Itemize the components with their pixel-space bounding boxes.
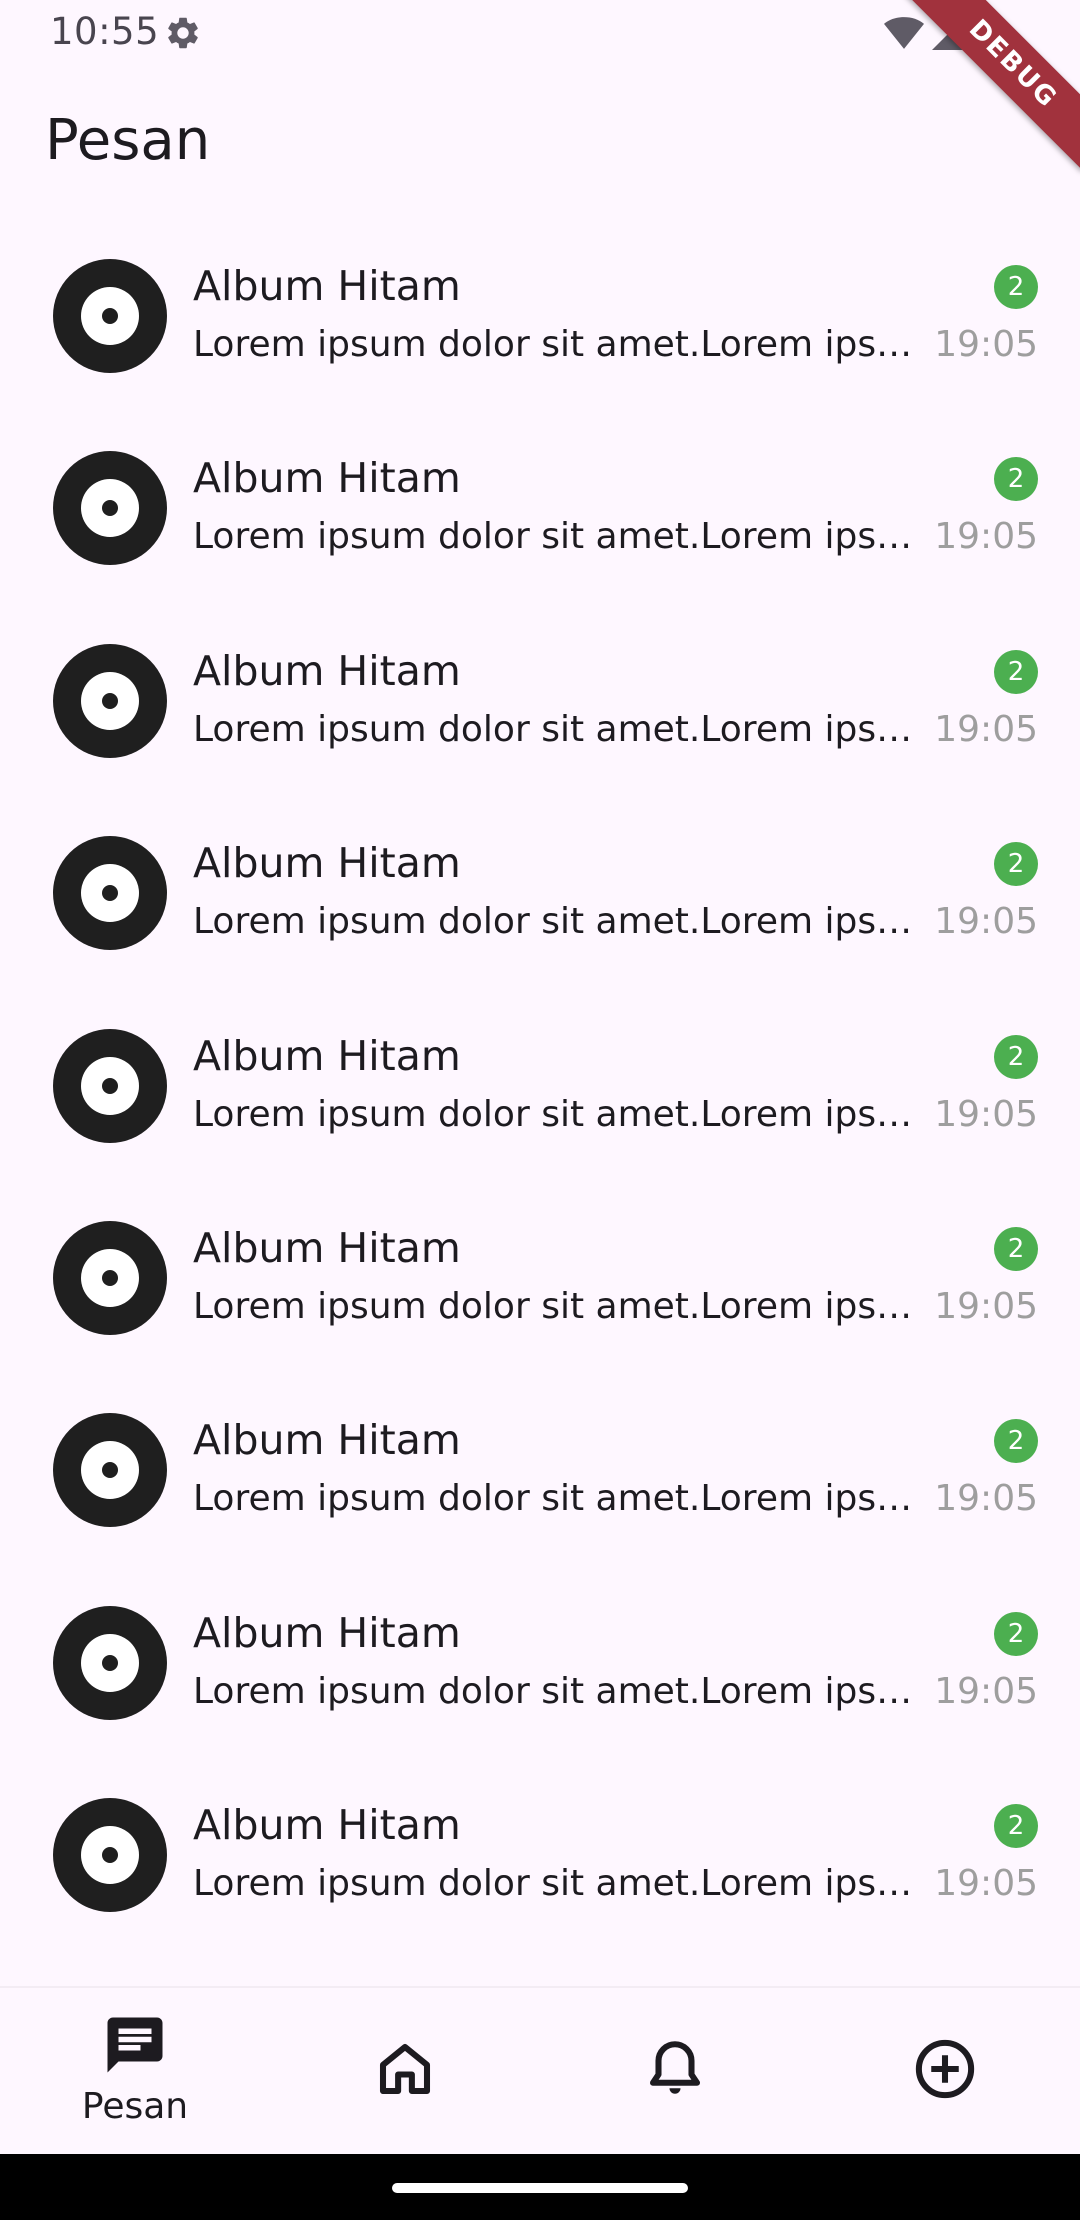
system-gesture-bar [0,2154,1080,2220]
bottom-navigation-bar: Pesan [0,1986,1080,2156]
message-time: 19:05 [934,1093,1038,1135]
nav-item-pesan[interactable]: Pesan [0,1988,270,2156]
album-avatar-icon [53,836,167,951]
unread-badge: 2 [994,457,1038,502]
unread-badge: 2 [994,842,1038,887]
message-title: Album Hitam [193,454,461,503]
message-list-item[interactable]: Album Hitam Lorem ipsum dolor sit amet.L… [0,240,1080,432]
chat-icon [107,2017,163,2073]
message-list-item[interactable]: Album Hitam Lorem ipsum dolor sit amet.L… [0,1394,1080,1586]
unread-badge: 2 [994,1419,1038,1464]
status-bar: 10:55 [0,0,1080,66]
bell-icon [649,2041,701,2094]
message-time: 19:05 [934,1478,1038,1520]
message-title: Album Hitam [193,839,461,888]
message-title: Album Hitam [193,1223,461,1272]
message-list-item[interactable]: Album Hitam Lorem ipsum dolor sit amet.L… [0,1587,1080,1779]
unread-badge: 2 [994,649,1038,694]
message-title: Album Hitam [193,262,461,310]
message-list: Album Hitam Lorem ipsum dolor sit amet.L… [0,240,1080,1972]
message-time: 19:05 [934,516,1038,558]
nav-label-pesan: Pesan [81,2086,189,2127]
settings-gear-icon [168,17,198,49]
message-preview: Lorem ipsum dolor sit amet.Lorem ipsum d… [193,1478,915,1520]
message-preview: Lorem ipsum dolor sit amet.Lorem ipsum d… [193,324,915,365]
message-title: Album Hitam [193,1416,461,1465]
message-list-item[interactable]: Album Hitam Lorem ipsum dolor sit amet.L… [0,625,1080,817]
message-time: 19:05 [934,1285,1038,1327]
unread-badge: 2 [994,1226,1038,1271]
message-time: 19:05 [934,1670,1038,1712]
message-time: 19:05 [934,708,1038,750]
unread-badge: 2 [994,1034,1038,1079]
message-preview: Lorem ipsum dolor sit amet.Lorem ipsum d… [193,708,915,750]
message-preview: Lorem ipsum dolor sit amet.Lorem ipsum d… [193,1670,915,1712]
message-list-item[interactable]: Album Hitam Lorem ipsum dolor sit amet.L… [0,1010,1080,1202]
message-preview: Lorem ipsum dolor sit amet.Lorem ipsum d… [193,1285,915,1327]
page-title: Pesan [45,108,211,173]
status-time: 10:55 [50,10,160,53]
message-time: 19:05 [934,1863,1038,1905]
message-title: Album Hitam [193,1801,461,1850]
message-list-item[interactable]: Album Hitam Lorem ipsum dolor sit amet.L… [0,1202,1080,1394]
album-avatar-icon [53,1220,167,1335]
nav-item-add[interactable] [810,1988,1080,2156]
album-avatar-icon [53,1605,167,1720]
album-avatar-icon [53,643,167,758]
album-avatar-icon [53,451,167,566]
unread-badge: 2 [994,265,1038,309]
album-avatar-icon [53,1028,167,1143]
album-avatar-icon [53,1413,167,1528]
message-time: 19:05 [934,324,1038,365]
message-preview: Lorem ipsum dolor sit amet.Lorem ipsum d… [193,1863,915,1905]
unread-badge: 2 [994,1611,1038,1656]
wifi-icon [884,17,924,49]
message-title: Album Hitam [193,1031,461,1080]
album-avatar-icon [53,1798,167,1913]
message-preview: Lorem ipsum dolor sit amet.Lorem ipsum d… [193,1093,915,1135]
unread-badge: 2 [994,1804,1038,1849]
message-title: Album Hitam [193,1608,461,1657]
nav-item-home[interactable] [270,1988,540,2156]
message-list-item[interactable]: Album Hitam Lorem ipsum dolor sit amet.L… [0,432,1080,624]
home-gesture-handle[interactable] [392,2183,688,2193]
album-avatar-icon [53,259,167,373]
message-time: 19:05 [934,901,1038,943]
home-icon [379,2043,431,2095]
message-preview: Lorem ipsum dolor sit amet.Lorem ipsum d… [193,901,915,943]
message-list-item[interactable]: Album Hitam Lorem ipsum dolor sit amet.L… [0,817,1080,1009]
message-list-item[interactable]: Album Hitam Lorem ipsum dolor sit amet.L… [0,1779,1080,1971]
message-title: Album Hitam [193,646,461,695]
add-circle-icon [915,2039,975,2099]
message-preview: Lorem ipsum dolor sit amet.Lorem ipsum d… [193,516,915,558]
nav-item-notifications[interactable] [540,1988,810,2156]
